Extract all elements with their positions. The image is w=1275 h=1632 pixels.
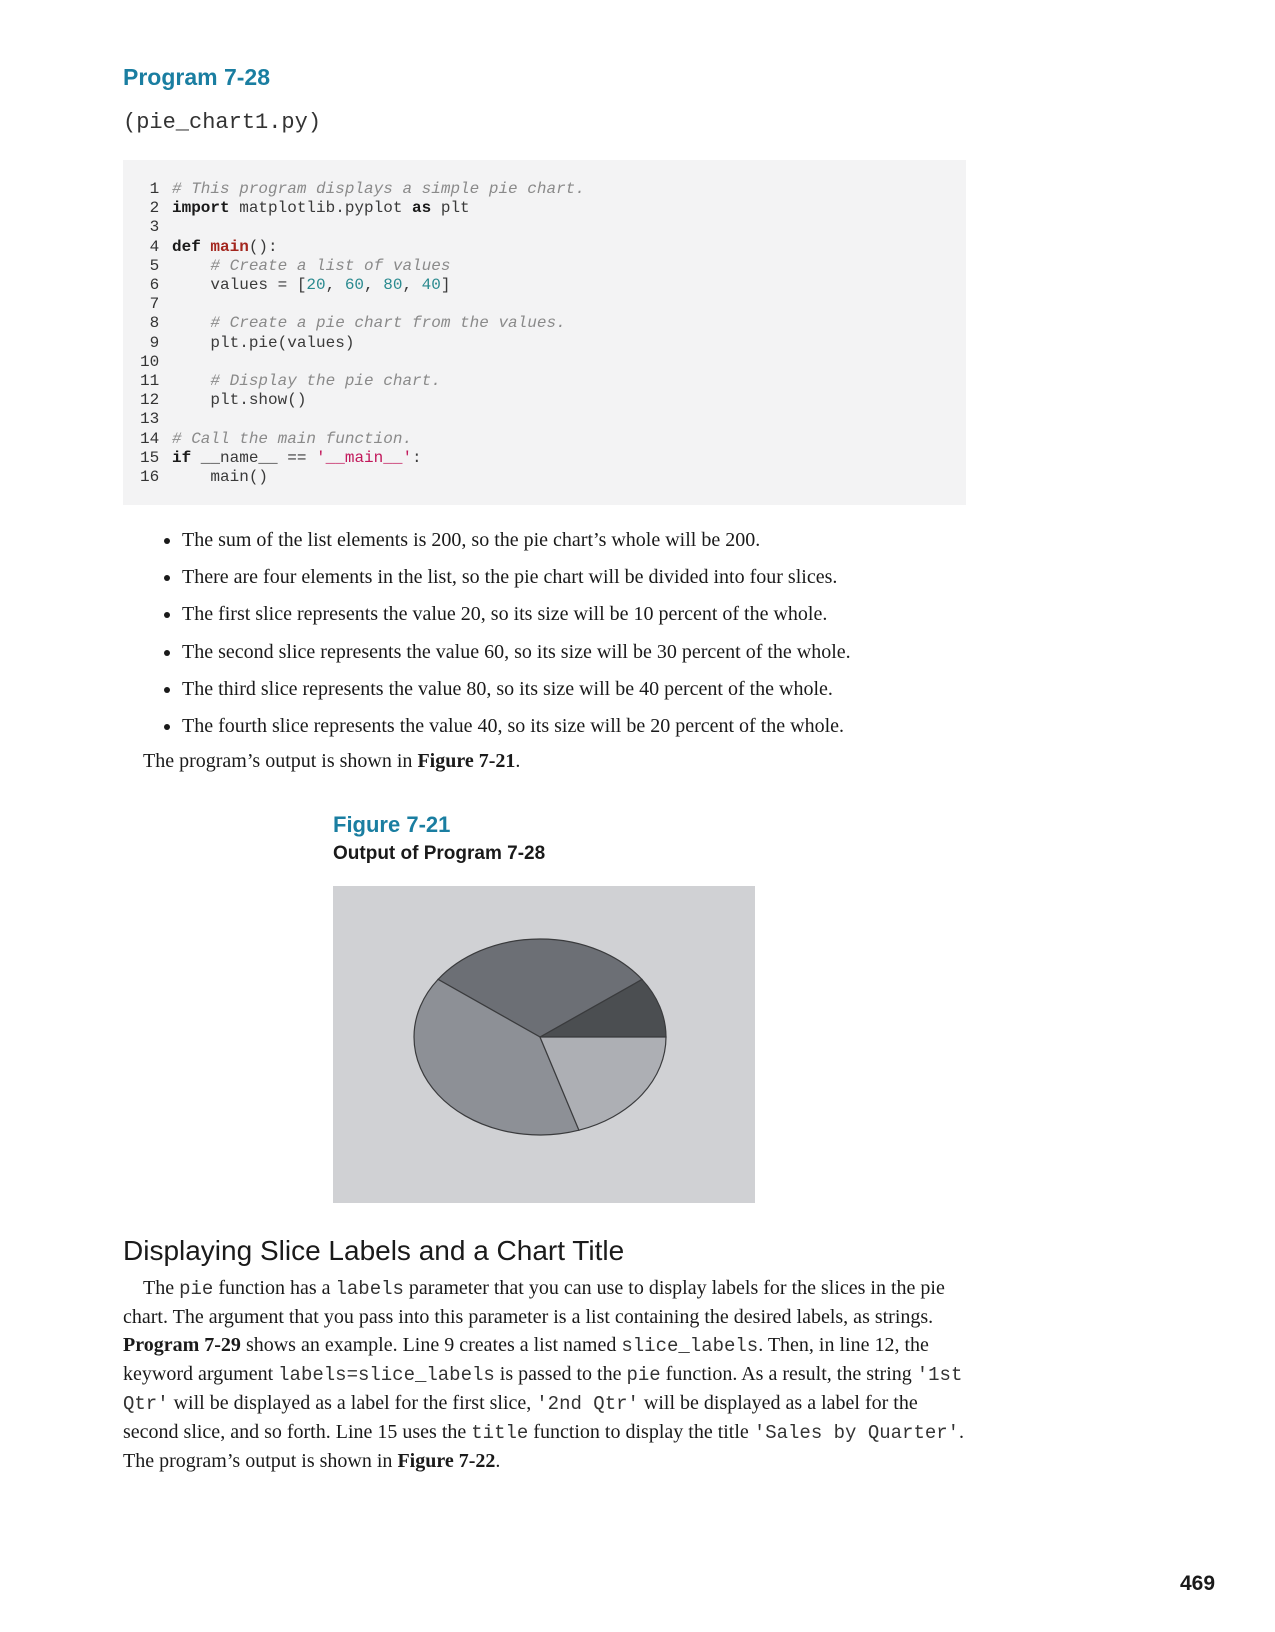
code-listing: 1 # This program displays a simple pie ch… [123,160,966,505]
code-line-7: 7 [140,295,160,314]
code-line-11: 11 # Display the pie chart. [140,372,441,391]
code-line-1: 1 # This program displays a simple pie ch… [140,180,585,198]
code-line-14: 14 # Call the main function. [140,429,413,448]
output-paragraph: The program’s output is shown in Figure … [143,750,521,772]
pie-chart [333,886,755,1203]
list-item: The first slice represents the value 20,… [182,596,1082,633]
code-line-5: 5 # Create a list of values [140,256,451,275]
body-paragraph: The pie function has a labels parameter … [123,1277,965,1472]
code-line-10: 10 [140,352,160,371]
figure-reference: Figure 7-21 [417,750,516,772]
code-line-4: 4 def main(): [140,237,278,256]
code-line-6: 6 values = [20, 60, 80, 40] [140,276,451,295]
list-item: The sum of the list elements is 200, so … [182,522,1082,559]
code-line-8: 8 # Create a pie chart from the values. [140,314,566,333]
code-line-2: 2 import matplotlib.pyplot as plt [140,199,470,218]
code-line-3: 3 [140,218,160,237]
list-item: There are four elements in the list, so … [182,559,1082,596]
pie-slices [413,938,667,1136]
list-item: The fourth slice represents the value 40… [182,708,1082,745]
figure-label: Figure 7-21 [333,812,451,837]
code-block: 1 # This program displays a simple pie ch… [140,180,585,487]
page-number: 469 [1180,1572,1216,1595]
section-heading: Displaying Slice Labels and a Chart Titl… [123,1235,625,1266]
code-line-16: 16 main() [140,468,269,487]
code-line-13: 13 [140,410,160,429]
list-item: The third slice represents the value 80,… [182,671,1082,708]
figure-caption: Output of Program 7-28 [333,843,546,864]
program-filename: (pie_chart1.py) [123,110,322,135]
code-line-9: 9 plt.pie(values) [140,333,355,352]
list-item: The second slice represents the value 60… [182,634,1082,671]
explanation-list: The sum of the list elements is 200, so … [158,522,1082,745]
code-line-15: 15 if __name__ == '__main__': [140,448,422,467]
program-title: Program 7-28 [123,64,271,90]
code-line-12: 12 plt.show() [140,391,307,410]
